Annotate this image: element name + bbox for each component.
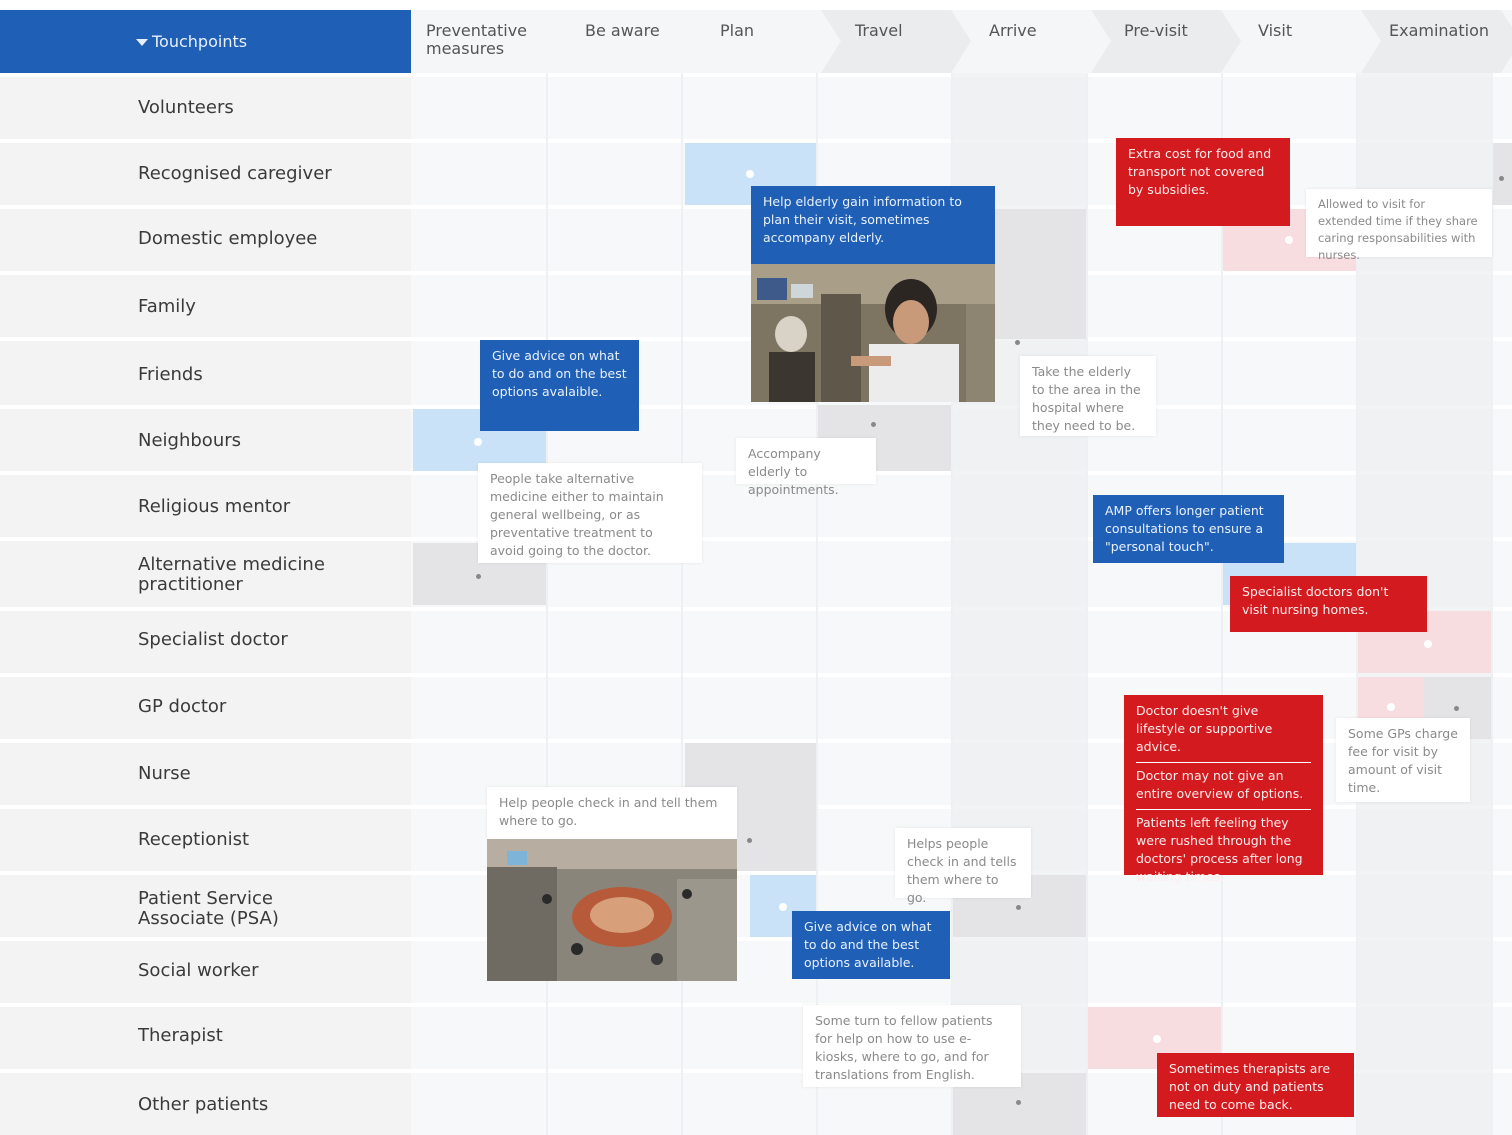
divider [1136,762,1311,763]
card-therapists: Sometimes therapists are not on duty and… [1157,1053,1354,1117]
row-label-neighbours: Neighbours [138,430,241,451]
photo-nurse-helping-elderly [751,264,995,402]
connector-dot [746,170,754,178]
row-band [0,275,411,337]
connector-dot [1499,176,1504,181]
connector-dot [1016,1100,1021,1105]
card-help-checkin-nurse: Help people check in and tell them where… [487,787,737,839]
divider [1136,809,1311,810]
gp-issue-3: Patients left feeling they were rushed t… [1136,815,1303,884]
touchpoints-journey-map: Touchpoints Preventative measures Be awa… [0,0,1512,1135]
card-alternative-medicine: People take alternative medicine either … [478,463,702,563]
card-gp-doctor-issues: Doctor doesn't give lifestyle or support… [1124,695,1323,884]
touchpoints-toggle[interactable]: Touchpoints [136,32,247,51]
card-fellow-patients: Some turn to fellow patients for help on… [803,1005,1021,1087]
stage-be-aware: Be aware [585,21,660,40]
connector-dot [871,422,876,427]
row-label-domestic-employee: Domestic employee [138,228,318,249]
row-label-gp-doctor: GP doctor [138,696,227,717]
row-label-therapist: Therapist [138,1025,223,1046]
stage-arrows [821,10,1512,73]
touchpoints-label: Touchpoints [152,32,248,51]
connector-dot [476,574,481,579]
connector-dot [1387,703,1395,711]
row-label-recognised-caregiver: Recognised caregiver [138,163,332,184]
gp-issue-2: Doctor may not give an entire overview o… [1136,768,1304,801]
card-allowed-visit: Allowed to visit for extended time if th… [1306,189,1492,262]
connector-dot [1285,236,1293,244]
card-give-advice-psa: Give advice on what to do and the best o… [792,911,950,979]
row-label-friends: Friends [138,364,203,385]
stage-preventative-measures: Preventative measures [426,21,527,58]
connector-dot [1153,1035,1161,1043]
card-help-checkin-psa: Helps people check in and tells them whe… [895,828,1031,905]
card-take-elderly: Take the elderly to the area in the hosp… [1020,356,1156,436]
card-extra-cost: Extra cost for food and transport not co… [1116,138,1290,226]
gp-issue-1: Doctor doesn't give lifestyle or support… [1136,703,1273,754]
row-label-specialist-doctor: Specialist doctor [138,629,288,650]
row-label-nurse: Nurse [138,763,191,784]
card-gp-charge: Some GPs charge fee for visit by amount … [1336,718,1470,802]
photo-reception-lobby [487,839,737,981]
row-label-social-worker: Social worker [138,960,259,981]
triangle-down-icon [136,39,148,46]
card-specialist-no-visit: Specialist doctors don't visit nursing h… [1230,576,1427,632]
row-label-other-patients: Other patients [138,1094,269,1115]
row-band [0,341,411,405]
card-accompany-elderly: Accompany elderly to appointments. [736,438,876,497]
connector-dot [1016,905,1021,910]
stage-travel: Travel [855,21,903,40]
row-band [0,743,411,805]
row-label-family: Family [138,296,196,317]
connector-dot [1015,340,1020,345]
connector-dot [747,838,752,843]
touchpoint-cell [1493,143,1512,205]
connector-dot [779,903,787,911]
stage-pre-visit: Pre-visit [1124,21,1188,40]
column-divider [1086,73,1088,1135]
row-label-receptionist: Receptionist [138,829,250,850]
row-label-patient-service-associate: Patient Service Associate (PSA) [138,888,279,929]
stage-visit: Visit [1258,21,1293,40]
row-label-alternative-medicine-practitioner: Alternative medicine practitioner [138,554,325,595]
connector-dot [474,438,482,446]
stage-plan: Plan [720,21,755,40]
card-amp-offers: AMP offers longer patient consultations … [1093,495,1284,563]
card-give-advice-friends: Give advice on what to do and on the bes… [480,340,639,431]
touchpoints-header[interactable]: Touchpoints [0,10,411,73]
card-help-elderly: Help elderly gain information to plan th… [751,186,995,264]
connector-dot [1424,640,1432,648]
stage-arrive: Arrive [989,21,1037,40]
stage-examination: Examination [1389,21,1490,40]
connector-dot [1454,706,1459,711]
row-label-religious-mentor: Religious mentor [138,496,291,517]
row-label-volunteers: Volunteers [138,97,234,118]
